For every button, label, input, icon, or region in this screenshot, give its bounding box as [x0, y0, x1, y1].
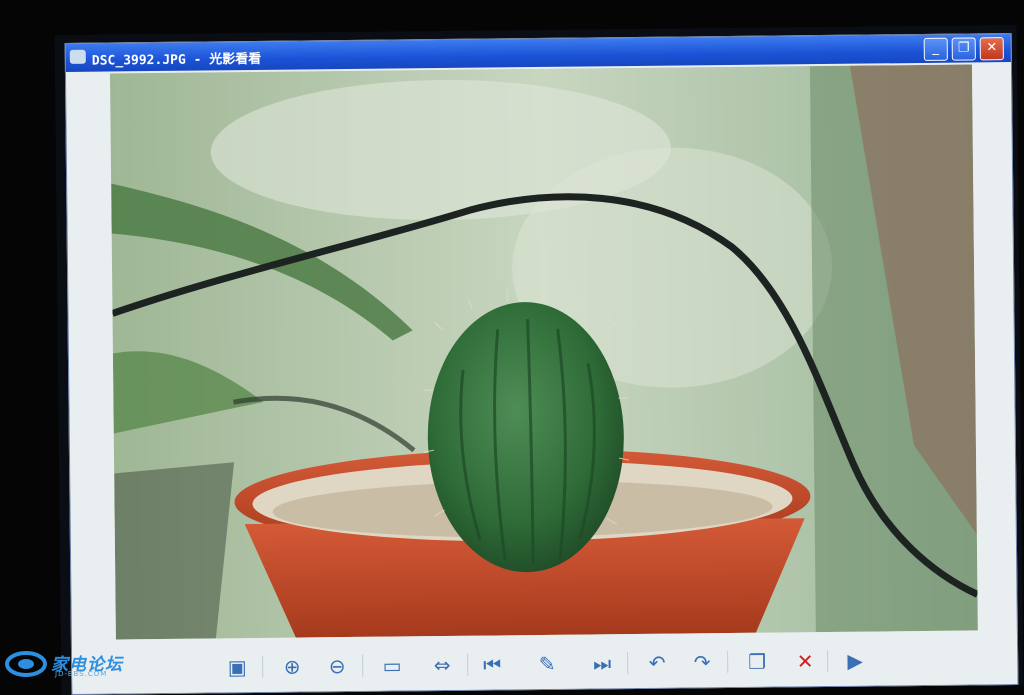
- delete-icon: ✕: [796, 649, 814, 674]
- app-eye-icon: [69, 49, 86, 64]
- rotate-right-button[interactable]: ↷: [687, 647, 717, 677]
- window-title: DSC_3992.JPG - 光影看看: [91, 51, 262, 69]
- copy-button[interactable]: ❐: [742, 647, 772, 677]
- zoom-in-icon: ⊕: [283, 654, 301, 679]
- toolbar-divider: [627, 652, 629, 675]
- toolbar-divider: [362, 654, 364, 677]
- fit-window-icon: ⇔: [433, 652, 451, 678]
- fit-window-button[interactable]: ⇔: [427, 650, 457, 680]
- rotate-left-button[interactable]: ↶: [642, 648, 672, 678]
- monitor-screen: DSC_3992.JPG - 光影看看 _ ❐ ✕ ▣ ⊕ ⊖ ▭ ⇔ ⏮ ✎ …: [54, 24, 1024, 695]
- previous-button[interactable]: ⏮: [477, 649, 507, 679]
- forum-logo-icon: [5, 651, 47, 677]
- next-icon: ⏭: [593, 651, 612, 676]
- toolbar-divider: [262, 655, 264, 678]
- cactus-photo: [109, 64, 978, 640]
- actual-size-icon: ▭: [382, 653, 402, 678]
- rotate-right-icon: ↷: [693, 650, 711, 675]
- display-mode-icon: ▣: [227, 655, 247, 680]
- zoom-out-button[interactable]: ⊖: [322, 651, 352, 681]
- edit-icon: ✎: [538, 651, 556, 677]
- watermark-url: JD-BBS.COM: [55, 670, 108, 678]
- slideshow-button[interactable]: ▶: [840, 646, 870, 676]
- zoom-out-icon: ⊖: [328, 654, 346, 679]
- toolbar-divider: [467, 653, 469, 676]
- display-mode-button[interactable]: ▣: [222, 652, 252, 682]
- copy-icon: ❐: [748, 649, 767, 674]
- next-button[interactable]: ⏭: [587, 648, 617, 678]
- forum-watermark: 家电论坛 JD-BBS.COM: [5, 648, 135, 682]
- zoom-in-button[interactable]: ⊕: [277, 651, 307, 681]
- toolbar-divider: [727, 651, 729, 674]
- slideshow-icon: ▶: [847, 648, 863, 673]
- photo-canvas[interactable]: [109, 64, 978, 640]
- delete-button[interactable]: ✕: [790, 646, 820, 676]
- image-viewer-window: DSC_3992.JPG - 光影看看 _ ❐ ✕ ▣ ⊕ ⊖ ▭ ⇔ ⏮ ✎ …: [64, 33, 1019, 695]
- rotate-left-icon: ↶: [648, 650, 666, 675]
- actual-size-button[interactable]: ▭: [377, 650, 407, 680]
- restore-button[interactable]: ❐: [951, 37, 976, 61]
- minimize-button[interactable]: _: [923, 37, 948, 61]
- edit-button[interactable]: ✎: [532, 649, 562, 679]
- toolbar-divider: [827, 649, 829, 672]
- close-button[interactable]: ✕: [979, 37, 1004, 61]
- previous-icon: ⏮: [483, 652, 502, 677]
